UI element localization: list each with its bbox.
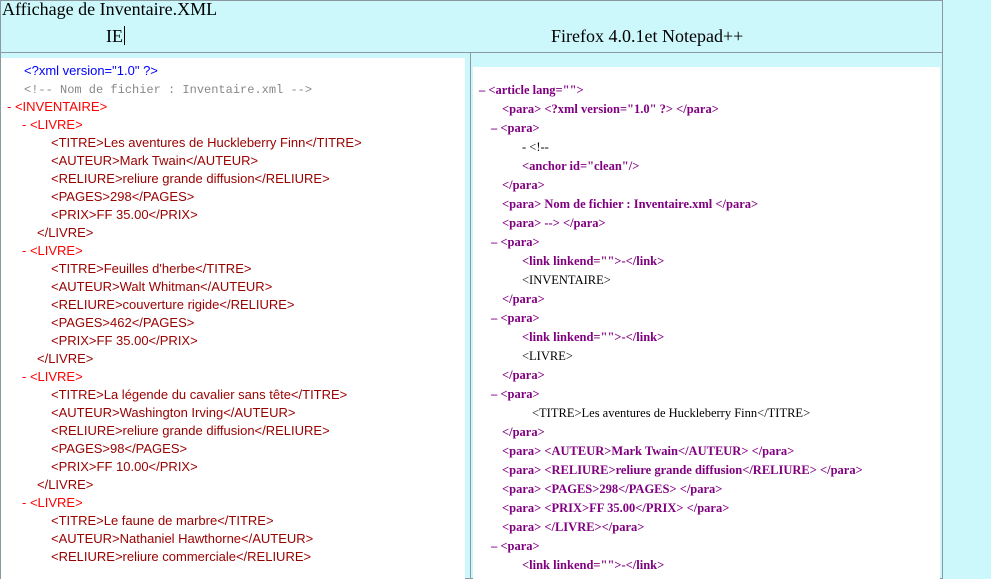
ff-line: <para> <PAGES>298</PAGES> </para> bbox=[502, 482, 723, 496]
ff-line: </para> bbox=[502, 178, 545, 192]
text-cursor bbox=[124, 26, 125, 45]
table-row-divider bbox=[0, 52, 943, 53]
ie-line: <PRIX>FF 10.00</PRIX> bbox=[51, 459, 198, 474]
ff-line: <para> </LIVRE></para> bbox=[502, 520, 645, 534]
ff-node-para[interactable]: – <para> bbox=[491, 385, 540, 403]
ie-node-livre[interactable]: - <LIVRE> bbox=[22, 242, 83, 260]
ff-line: <para> <PRIX>FF 35.00</PRIX> </para> bbox=[502, 501, 730, 515]
ff-line: <anchor id="clean"/> bbox=[522, 159, 640, 173]
ff-line: <LIVRE> bbox=[522, 349, 573, 363]
xml-declaration: <?xml version="1.0" ?> bbox=[24, 63, 158, 78]
ff-line: </para> bbox=[502, 292, 545, 306]
firefox-xml-view: – <article lang=""> <para> <?xml version… bbox=[473, 67, 940, 579]
ie-line: <TITRE>La légende du cavalier sans tête<… bbox=[51, 387, 348, 402]
ff-link[interactable]: <link linkend="">-</link> bbox=[522, 328, 664, 346]
xml-comment: <!-- Nom de fichier : Inventaire.xml --> bbox=[24, 83, 313, 97]
ie-line: </LIVRE> bbox=[37, 225, 94, 240]
ie-node-inventaire[interactable]: - <INVENTAIRE> bbox=[7, 98, 107, 116]
ie-line: <TITRE>Feuilles d'herbe</TITRE> bbox=[51, 261, 252, 276]
ie-line: </LIVRE> bbox=[37, 351, 94, 366]
ff-line: </para> bbox=[502, 368, 545, 382]
firefox-label-text: Firefox 4.0.1et Notepad++ bbox=[551, 26, 744, 46]
title-text: Affichage de Inventaire.XML bbox=[2, 0, 218, 19]
ie-line: <AUTEUR>Washington Irving</AUTEUR> bbox=[51, 405, 296, 420]
ie-xml-view: <?xml version="1.0" ?> <!-- Nom de fichi… bbox=[1, 58, 465, 579]
firefox-column-label: Firefox 4.0.1et Notepad++ bbox=[551, 26, 743, 47]
ie-line: <PAGES>298</PAGES> bbox=[51, 189, 195, 204]
ie-column-label[interactable]: IE bbox=[106, 26, 125, 47]
ie-line: <AUTEUR>Mark Twain</AUTEUR> bbox=[51, 153, 259, 168]
ff-line: </para> bbox=[502, 425, 545, 439]
ie-node-livre[interactable]: - <LIVRE> bbox=[22, 116, 83, 134]
ff-link[interactable]: <link linkend="">-</link> bbox=[522, 556, 664, 574]
ie-node-livre[interactable]: - <LIVRE> bbox=[22, 494, 83, 512]
ff-node-para[interactable]: – <para> bbox=[491, 537, 540, 555]
ff-line: <para> <AUTEUR>Mark Twain</AUTEUR> </par… bbox=[502, 444, 795, 458]
ff-link[interactable]: <link linkend="">-</link> bbox=[522, 252, 664, 270]
ff-line: <TITRE>Les aventures de Huckleberry Finn… bbox=[532, 406, 811, 420]
ie-line: <PRIX>FF 35.00</PRIX> bbox=[51, 207, 198, 222]
ff-line: <para> <?xml version="1.0" ?> </para> bbox=[502, 102, 719, 116]
ie-line: <RELIURE>reliure grande diffusion</RELIU… bbox=[51, 423, 330, 438]
ff-node-para[interactable]: – <para> bbox=[491, 119, 540, 137]
ff-line: - <!-- bbox=[522, 140, 549, 154]
ff-node-para[interactable]: – <para> bbox=[491, 233, 540, 251]
page-title: Affichage de Inventaire.XML bbox=[2, 0, 217, 20]
ie-line: <RELIURE>reliure grande diffusion</RELIU… bbox=[51, 171, 330, 186]
ff-node-para[interactable]: – <para> bbox=[491, 309, 540, 327]
ie-node-livre[interactable]: - <LIVRE> bbox=[22, 368, 83, 386]
ie-line: <RELIURE>couverture rigide</RELIURE> bbox=[51, 297, 295, 312]
ie-line: <TITRE>Les aventures de Huckleberry Finn… bbox=[51, 135, 362, 150]
ff-line: <para> Nom de fichier : Inventaire.xml <… bbox=[502, 197, 759, 211]
ff-line: <para> --> </para> bbox=[502, 216, 606, 230]
ie-line: <RELIURE>reliure commerciale</RELIURE> bbox=[51, 549, 312, 564]
table-column-divider bbox=[470, 52, 471, 579]
ie-line: <PRIX>FF 35.00</PRIX> bbox=[51, 333, 198, 348]
ie-line: <PAGES>462</PAGES> bbox=[51, 315, 195, 330]
ie-line: <TITRE>Le faune de marbre</TITRE> bbox=[51, 513, 274, 528]
ie-label-text: IE bbox=[106, 26, 123, 46]
ff-line: <para> <RELIURE>reliure grande diffusion… bbox=[502, 463, 863, 477]
ff-line: <INVENTAIRE> bbox=[522, 273, 611, 287]
ie-line: <AUTEUR>Nathaniel Hawthorne</AUTEUR> bbox=[51, 531, 314, 546]
ie-line: <PAGES>98</PAGES> bbox=[51, 441, 188, 456]
ie-line: </LIVRE> bbox=[37, 477, 94, 492]
ie-line: <AUTEUR>Walt Whitman</AUTEUR> bbox=[51, 279, 273, 294]
ff-node-article[interactable]: – <article lang=""> bbox=[479, 81, 584, 99]
